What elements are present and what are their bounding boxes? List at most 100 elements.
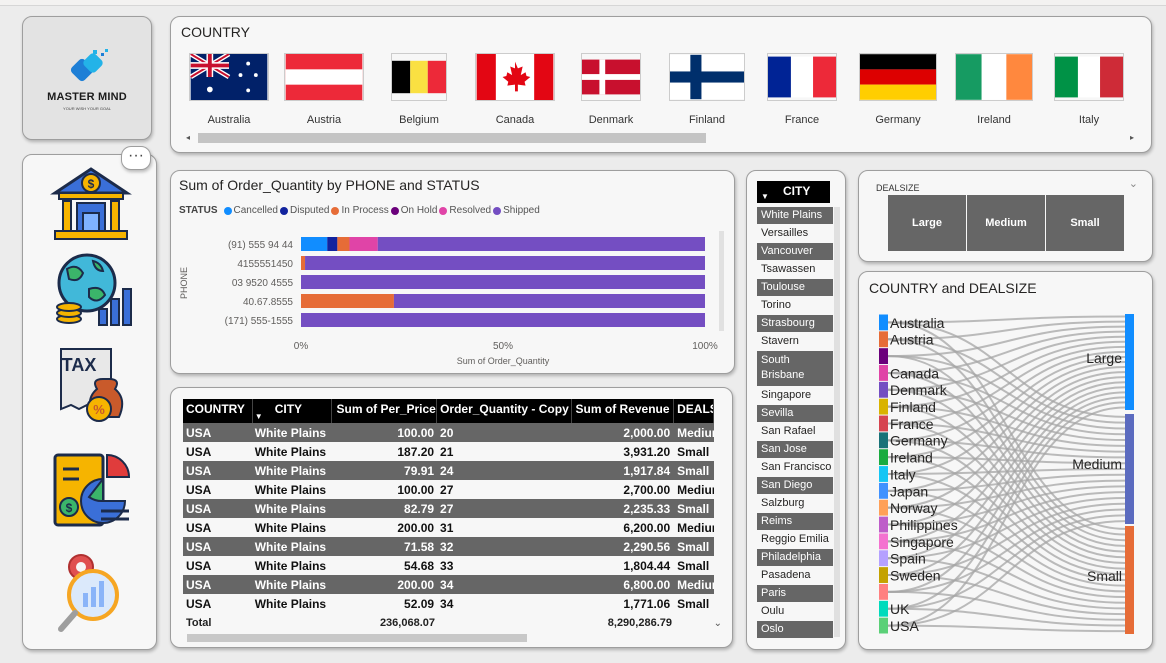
bar-segment[interactable] [305, 256, 705, 270]
scroll-right-icon[interactable]: ▸ [1130, 133, 1134, 142]
country-option-denmark[interactable]: Denmark [571, 53, 651, 126]
sankey-source-node[interactable] [879, 331, 888, 348]
sankey-source-node[interactable] [879, 583, 888, 600]
table-hscrollbar[interactable] [187, 634, 712, 642]
scrollbar-thumb[interactable] [198, 133, 706, 143]
city-option[interactable]: Stavern [757, 333, 833, 351]
city-option[interactable]: Sevilla [757, 405, 833, 423]
table-row[interactable]: USA White Plains 82.79 27 2,235.33 Small [183, 499, 714, 518]
sankey-source-node[interactable] [879, 415, 888, 432]
city-option[interactable]: Oslo [757, 621, 833, 639]
tax-icon[interactable]: TAX % [49, 343, 133, 427]
header-revenue[interactable]: Sum of Revenue [572, 399, 675, 423]
header-city[interactable]: CITY ▼ [253, 399, 333, 423]
dealsize-small-button[interactable]: Small [1046, 195, 1125, 251]
city-option[interactable]: Torino [757, 297, 833, 315]
city-option[interactable]: Singapore [757, 387, 833, 405]
table-row[interactable]: USA White Plains 200.00 34 6,800.00 Medium [183, 575, 714, 594]
country-scrollbar[interactable]: ◂ ▸ [186, 133, 1134, 143]
table-row[interactable]: USA White Plains 54.68 33 1,804.44 Small [183, 556, 714, 575]
country-option-finland[interactable]: Finland [667, 53, 747, 126]
city-slicer-header[interactable]: ▼ CITY [757, 181, 830, 203]
sankey-source-node[interactable] [879, 567, 888, 583]
dealsize-large-button[interactable]: Large [888, 195, 967, 251]
city-option[interactable]: Paris [757, 585, 833, 603]
table-row[interactable]: USA White Plains 187.20 21 3,931.20 Small [183, 442, 714, 461]
chart-scrollbar[interactable] [719, 231, 724, 331]
table-row[interactable]: USA White Plains 200.00 31 6,200.00 Medium [183, 518, 714, 537]
sankey-source-node[interactable] [879, 600, 888, 617]
city-option[interactable]: San Francisco [757, 459, 833, 477]
table-row[interactable]: USA White Plains 79.91 24 1,917.84 Small [183, 461, 714, 480]
city-option[interactable]: Tsawassen [757, 261, 833, 279]
country-option-france[interactable]: France [762, 53, 842, 126]
bar-segment[interactable] [301, 313, 705, 327]
city-option[interactable]: Reggio Emilia [757, 531, 833, 549]
sankey-source-node[interactable] [879, 617, 888, 634]
header-quantity[interactable]: Order_Quantity - Copy [437, 399, 572, 423]
bar-segment[interactable] [337, 237, 350, 251]
city-option[interactable]: Strasbourg [757, 315, 833, 333]
bank-icon[interactable]: $ [49, 163, 133, 247]
city-option[interactable]: San Jose [757, 441, 833, 459]
city-option[interactable]: Toulouse [757, 279, 833, 297]
city-option[interactable]: South Brisbane [757, 351, 833, 387]
header-dealsize[interactable]: DEALSIZE [674, 399, 714, 423]
city-option[interactable]: Versailles [757, 225, 833, 243]
country-option-ireland[interactable]: Ireland [954, 53, 1034, 126]
country-option-austria[interactable]: Austria [284, 53, 364, 126]
sankey-source-node[interactable] [879, 499, 888, 516]
sankey-source-node[interactable] [879, 466, 888, 482]
sankey-source-node[interactable] [879, 533, 888, 550]
sankey-source-node[interactable] [879, 432, 888, 449]
country-option-italy[interactable]: Italy [1049, 53, 1129, 126]
city-option[interactable]: Pasadena [757, 567, 833, 585]
scrollbar-thumb[interactable] [187, 634, 527, 642]
report-chart-icon[interactable]: $ [49, 449, 133, 533]
bar-segment[interactable] [377, 237, 705, 251]
bar-segment[interactable] [327, 237, 338, 251]
bar-segment[interactable] [349, 237, 378, 251]
city-option[interactable]: Salzburg [757, 495, 833, 513]
globe-growth-icon[interactable] [49, 249, 133, 333]
table-row[interactable]: USA White Plains 71.58 32 2,290.56 Small [183, 537, 714, 556]
city-option[interactable]: Philadelphia [757, 549, 833, 567]
sankey-target-node[interactable] [1125, 414, 1134, 524]
dealsize-medium-button[interactable]: Medium [967, 195, 1046, 251]
country-option-australia[interactable]: Australia [189, 53, 269, 126]
city-option[interactable]: San Diego [757, 477, 833, 495]
city-option[interactable]: Oulu [757, 603, 833, 621]
bar-segment[interactable] [301, 256, 306, 270]
sankey-target-node[interactable] [1125, 314, 1134, 410]
scroll-left-icon[interactable]: ◂ [186, 133, 190, 142]
city-option[interactable]: Reims [757, 513, 833, 531]
country-option-belgium[interactable]: Belgium [379, 53, 459, 126]
header-price[interactable]: Sum of Per_Price [332, 399, 438, 423]
sankey-link[interactable] [887, 624, 1126, 633]
city-option[interactable]: White Plains [757, 207, 833, 225]
sankey-source-node[interactable] [879, 449, 888, 466]
sankey-source-node[interactable] [879, 550, 888, 567]
scroll-down-icon[interactable]: ⌄ [714, 618, 722, 629]
country-option-germany[interactable]: Germany [858, 53, 938, 126]
city-scrollbar[interactable] [834, 207, 840, 637]
sankey-source-node[interactable] [879, 381, 888, 398]
sankey-source-node[interactable] [879, 516, 888, 533]
chevron-down-icon[interactable]: ⌄ [1129, 177, 1138, 190]
sankey-source-node[interactable] [879, 365, 888, 381]
country-option-canada[interactable]: Canada [475, 53, 555, 126]
sankey-target-node[interactable] [1125, 526, 1134, 634]
sankey-source-node[interactable] [879, 314, 888, 331]
table-row[interactable]: USA White Plains 100.00 27 2,700.00 Medium [183, 480, 714, 499]
bar-segment[interactable] [301, 294, 394, 308]
city-option[interactable]: San Rafael [757, 423, 833, 441]
sankey-source-node[interactable] [879, 398, 888, 415]
bar-segment[interactable] [301, 275, 705, 289]
table-row[interactable]: USA White Plains 100.00 20 2,000.00 Medium [183, 423, 714, 442]
more-options-button[interactable]: ··· [121, 146, 151, 170]
header-country[interactable]: COUNTRY [183, 399, 253, 423]
sankey-source-node[interactable] [879, 348, 888, 365]
analytics-search-icon[interactable] [49, 551, 133, 635]
bar-segment[interactable] [301, 237, 328, 251]
table-row[interactable]: USA White Plains 52.09 34 1,771.06 Small [183, 594, 714, 613]
